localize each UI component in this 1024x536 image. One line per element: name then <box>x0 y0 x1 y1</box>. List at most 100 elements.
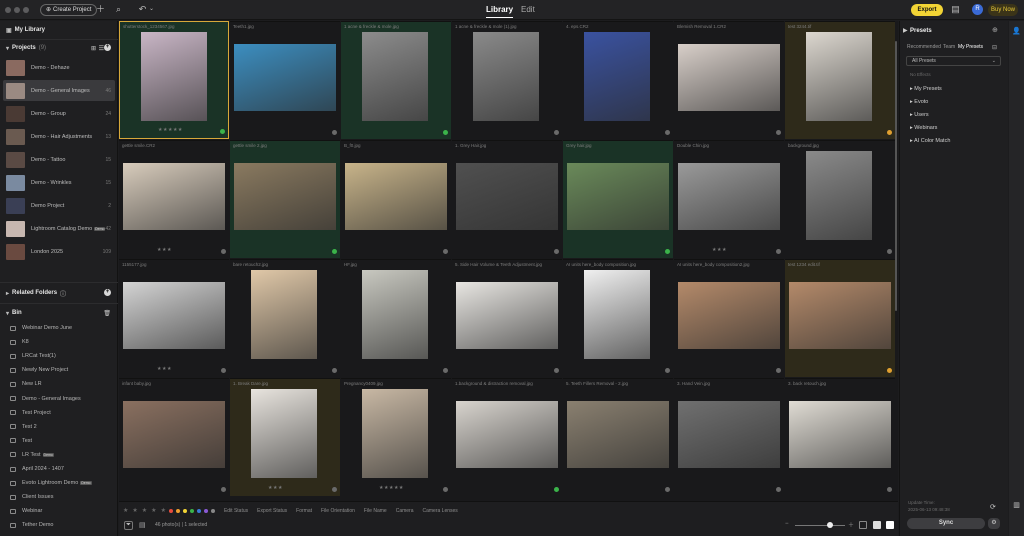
photo-thumbnail[interactable] <box>123 401 225 468</box>
photo-thumbnail[interactable] <box>362 270 428 359</box>
photo-cell[interactable]: Teeth1.jpg <box>230 21 340 139</box>
document-icon[interactable]: ▤ <box>950 4 961 15</box>
photo-thumbnail[interactable] <box>362 32 428 121</box>
photo-cell[interactable]: 1. Grey Hair.jpg <box>452 140 562 258</box>
zoom-slider-handle[interactable] <box>827 522 833 528</box>
color-label-filter[interactable] <box>175 508 180 513</box>
photo-thumbnail[interactable] <box>789 401 891 468</box>
bin-item[interactable]: Evoto Lightroom Demo Demo <box>10 478 114 488</box>
export-button[interactable]: Export <box>911 4 943 16</box>
filter-dropdown[interactable]: File Orientation <box>321 508 355 514</box>
color-label-filter[interactable] <box>189 508 194 513</box>
photo-cell[interactable]: HF.jpg <box>341 259 451 377</box>
add-folder-icon[interactable]: + <box>104 289 111 296</box>
plus-icon[interactable]: ＋ <box>95 4 106 15</box>
project-item[interactable]: Demo - Dehaze <box>3 57 115 78</box>
preset-group-item[interactable]: ▸ My Presets <box>910 86 942 92</box>
bin-item[interactable]: Webinar Demo June <box>10 323 114 333</box>
filter-icon[interactable]: ⏷ <box>124 521 133 530</box>
photo-cell[interactable]: 1. Break Dare.jpg ★★★ <box>230 378 340 496</box>
bin-item[interactable]: LR Test Demo <box>10 450 114 460</box>
star-rating[interactable]: ★★★★★ <box>379 485 404 491</box>
sync-settings-icon[interactable]: ⚙ <box>988 518 1000 529</box>
grid-view-icon[interactable] <box>886 521 894 529</box>
bin-item[interactable]: Webinar <box>10 506 114 516</box>
photo-cell[interactable]: test 1234 edit.tif <box>785 259 895 377</box>
photo-thumbnail[interactable] <box>806 32 872 121</box>
photo-thumbnail[interactable] <box>456 163 558 230</box>
photo-cell[interactable]: 1 acne & freckle & mole.jpg <box>341 21 451 139</box>
color-label-filter[interactable] <box>196 508 201 513</box>
grid-scrollbar[interactable] <box>895 41 897 311</box>
project-item[interactable]: Lightroom Catalog Demo Demo 42 <box>3 218 115 239</box>
bin-item[interactable]: Test 2 <box>10 422 114 432</box>
rating-filter-star-icon[interactable]: ★ <box>142 507 147 514</box>
project-item[interactable]: Demo - General Images 46 <box>3 80 115 101</box>
buy-now-button[interactable]: Buy Now <box>988 4 1018 16</box>
color-label-filter[interactable] <box>168 508 173 513</box>
photo-thumbnail[interactable] <box>567 163 669 230</box>
filter-dropdown[interactable]: Export Status <box>257 508 287 514</box>
filter-dropdown[interactable]: Format <box>296 508 312 514</box>
rating-filter-star-icon[interactable]: ★ <box>132 507 137 514</box>
photo-thumbnail[interactable] <box>234 44 336 111</box>
refresh-icon[interactable]: ⟳ <box>990 503 996 511</box>
grid-view-icon[interactable]: ⊞ <box>91 45 96 52</box>
portrait-icon[interactable]: 👤 <box>1012 27 1021 36</box>
bin-item[interactable]: Test Project <box>10 408 114 418</box>
bin-item[interactable]: Tether Demo <box>10 520 114 530</box>
photo-thumbnail[interactable] <box>234 163 336 230</box>
bin-item[interactable]: Client Issues <box>10 492 114 502</box>
filter-dropdown[interactable]: Camera Lenses <box>423 508 458 514</box>
star-rating[interactable]: ★★★ <box>712 247 727 253</box>
photo-thumbnail[interactable] <box>362 389 428 478</box>
photo-thumbnail[interactable] <box>678 282 780 349</box>
photo-thumbnail[interactable] <box>584 32 650 121</box>
window-controls[interactable] <box>5 7 29 13</box>
photo-cell[interactable]: 3. Hand Vein.jpg <box>674 378 784 496</box>
create-project-button[interactable]: ⊕ Create Project <box>40 4 98 16</box>
related-folders-header[interactable]: ▸ Related Folders ⓘ <box>0 286 118 300</box>
sync-button[interactable]: Sync <box>907 518 985 529</box>
tab-team[interactable]: Team <box>943 44 955 50</box>
preset-group-item[interactable]: ▸ Evoto <box>910 99 928 105</box>
info-icon[interactable]: ⓘ <box>60 289 66 298</box>
project-item[interactable]: London 2025 109 <box>3 241 115 262</box>
photo-cell[interactable]: 4. eps.CR2 <box>563 21 673 139</box>
bin-item[interactable]: Newly New Project <box>10 365 114 375</box>
add-project-icon[interactable]: + <box>104 44 111 51</box>
book-icon[interactable]: ▥ <box>1012 501 1021 510</box>
trash-icon[interactable]: 🗑 <box>103 310 111 317</box>
star-rating[interactable]: ★★★ <box>157 247 172 253</box>
compare-view-icon[interactable] <box>873 521 881 529</box>
rating-filter-star-icon[interactable]: ★ <box>123 507 128 514</box>
photo-cell[interactable]: AI units here_body composition.jpg <box>563 259 673 377</box>
list-toggle-icon[interactable]: ▤ <box>139 521 146 529</box>
rating-filter-star-icon[interactable]: ★ <box>161 507 166 514</box>
photo-cell[interactable]: background.jpg <box>785 140 895 258</box>
zoom-in-icon[interactable]: ＋ <box>848 520 854 529</box>
photo-thumbnail[interactable] <box>584 270 650 359</box>
photo-cell[interactable]: 1155177.jpg ★★★ <box>119 259 229 377</box>
bin-item[interactable]: April 2024 - 1407 <box>10 464 114 474</box>
chevron-down-icon[interactable]: ⌄ <box>146 4 157 15</box>
preset-group-item[interactable]: ▸ Webinars <box>910 125 937 131</box>
photo-thumbnail[interactable] <box>123 282 225 349</box>
color-label-filter[interactable] <box>210 508 215 513</box>
zoom-slider[interactable] <box>795 525 845 526</box>
project-item[interactable]: Demo - Hair Adjustments 13 <box>3 126 115 147</box>
photo-cell[interactable]: 5. Side Hair Volume & Teeth Adjustment.j… <box>452 259 562 377</box>
bin-header[interactable]: ▾ Bin <box>0 306 118 320</box>
star-rating[interactable]: ★★★ <box>157 366 172 372</box>
presets-filter-dropdown[interactable]: All Presets ⌄ <box>906 56 1001 66</box>
bin-item[interactable]: K8 <box>10 337 114 347</box>
photo-thumbnail[interactable] <box>123 163 225 230</box>
tab-edit[interactable]: Edit <box>521 5 535 14</box>
photo-cell[interactable]: Double Chin.jpg ★★★ <box>674 140 784 258</box>
photo-cell[interactable]: 5. Teeth Fillers Removal - 2.jpg <box>563 378 673 496</box>
tab-recommended[interactable]: Recommended <box>907 44 941 50</box>
photo-cell[interactable]: gettle smile 2.jpg <box>230 140 340 258</box>
photo-cell[interactable]: infant baby.jpg <box>119 378 229 496</box>
photo-thumbnail[interactable] <box>456 282 558 349</box>
bin-item[interactable]: Test <box>10 436 114 446</box>
